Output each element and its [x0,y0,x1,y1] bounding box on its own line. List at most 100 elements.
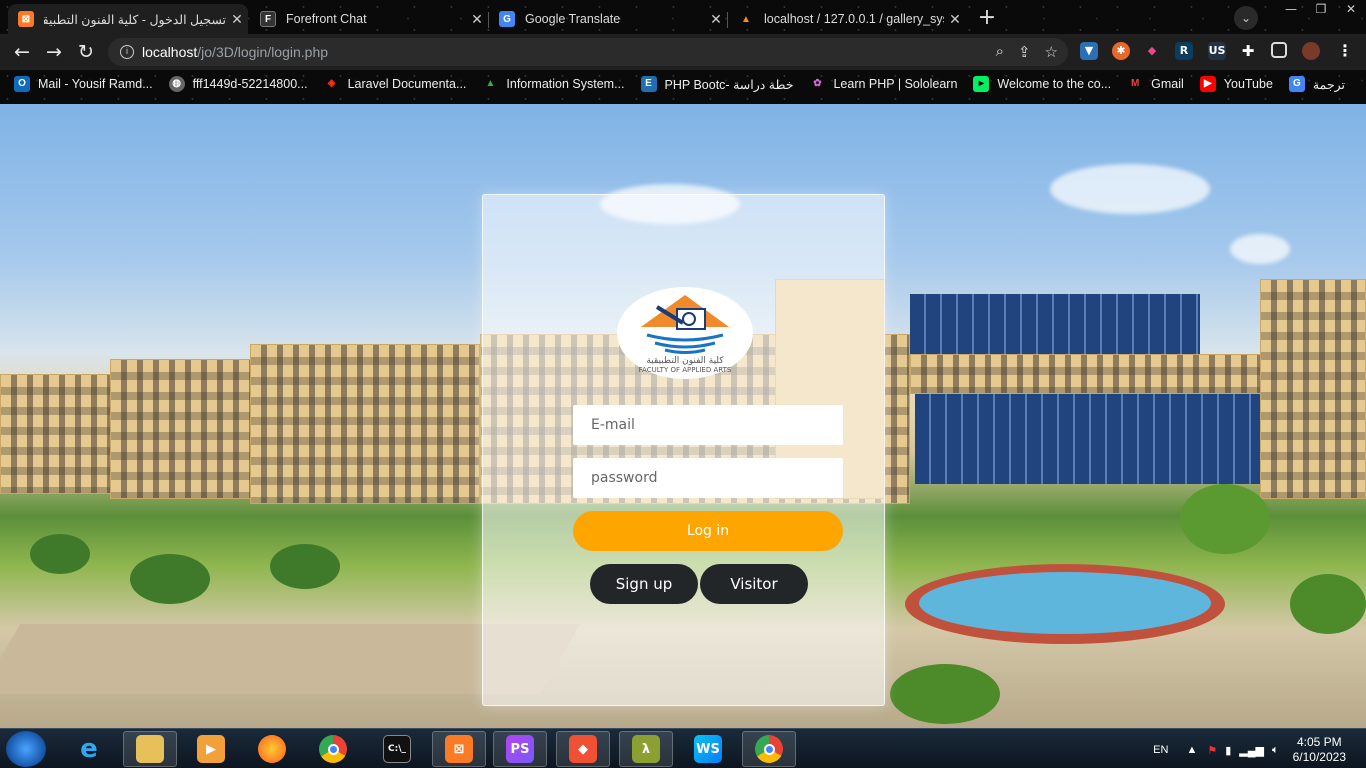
glass-facade [910,294,1200,354]
tab-phpmyadmin[interactable]: ▲ localhost / 127.0.0.1 / gallery_sys ✕ [728,4,966,34]
clock[interactable]: 4:05 PM 6/10/2023 [1293,735,1346,765]
signup-button[interactable]: Sign up [590,564,698,604]
bookmark-php-bootcamp[interactable]: E PHP Bootc- خطة دراسة [640,76,794,92]
bookmark-label: Learn PHP | Sololearn [833,77,958,91]
close-icon[interactable]: ✕ [944,11,966,28]
tab-login[interactable]: ⊠ تسجيل الدخول - كلية الفنون التطبيقية ✕ [8,4,248,34]
bookmark-laravel[interactable]: ◈ Laravel Documenta... [324,76,467,92]
tab-title: localhost / 127.0.0.1 / gallery_sys [764,12,944,26]
bookmark-label: PHP Bootc- خطة دراسة [664,77,794,92]
reload-button[interactable]: ↻ [74,40,98,64]
bookmark-sololearn[interactable]: ✿ Learn PHP | Sololearn [809,76,957,92]
menu-kebab-icon[interactable]: ⋮ [1336,42,1354,60]
email-field[interactable] [573,405,843,445]
page-viewport: كلية الفنون التطبيقية FACULTY OF APPLIED… [0,104,1366,728]
password-field[interactable] [573,458,843,498]
start-button[interactable] [6,731,46,767]
chrome-icon [319,735,347,763]
tree [130,554,210,604]
bookmark-gmail[interactable]: M Gmail [1127,76,1184,92]
close-window-icon[interactable]: ✕ [1336,0,1366,18]
building [110,359,260,499]
side-panel-icon[interactable] [1271,42,1287,58]
extensions-puzzle-icon[interactable]: ✚ [1239,42,1257,60]
login-card: كلية الفنون التطبيقية FACULTY OF APPLIED… [482,194,885,706]
omnibox-actions: ⌕ ⇪ ☆ [996,43,1058,61]
taskbar-git[interactable]: ◆ [556,731,610,767]
taskbar-media-player[interactable]: ▶ [184,731,238,767]
gmail-icon: M [1130,78,1140,89]
back-button[interactable]: ← [10,40,34,64]
taskbar-chrome[interactable] [306,731,360,767]
taskbar-lambda-app[interactable]: λ [619,731,673,767]
profile-avatar[interactable] [1302,42,1320,60]
building [250,344,480,504]
battery-icon[interactable]: ▮ [1225,744,1231,757]
extension-pink-icon[interactable]: ◆ [1143,42,1161,60]
tree [30,534,90,574]
tab-google-translate[interactable]: G Google Translate ✕ [489,4,728,34]
faculty-logo: كلية الفنون التطبيقية FACULTY OF APPLIED… [617,287,753,387]
bookmark-outlook[interactable]: O Mail - Yousif Ramd... [14,76,153,92]
logo-text-arabic: كلية الفنون التطبيقية [646,356,724,366]
zoom-icon[interactable]: ⌕ [996,43,1004,61]
language-indicator[interactable]: EN [1153,744,1168,756]
cloud [1050,164,1210,214]
clock-date: 6/10/2023 [1292,750,1346,764]
taskbar-internet-explorer[interactable]: e [62,731,116,767]
login-button[interactable]: Log in [573,511,843,551]
bookmark-translate[interactable]: G ترجمة [1288,76,1345,92]
browser-chrome: ⊠ تسجيل الدخول - كلية الفنون التطبيقية ✕… [0,0,1366,104]
maximize-icon[interactable]: ❐ [1306,0,1336,18]
address-bar[interactable]: i localhost/jo/3D/login/login.php ⌕ ⇪ ☆ [108,38,1068,66]
tab-title: Google Translate [525,12,621,26]
tree [1290,574,1366,634]
tab-search-button[interactable]: ⌄ [1234,6,1258,30]
clock-time: 4:05 PM [1296,735,1342,749]
tab-forefront[interactable]: F Forefront Chat ✕ [250,4,489,34]
close-icon[interactable]: ✕ [226,11,248,28]
bookmark-youtube[interactable]: ▶ YouTube [1199,76,1273,92]
git-icon: ◆ [569,735,597,763]
vpn-extension-icon[interactable]: ▼ [1080,42,1098,60]
cmd-icon: C:\_ [383,735,411,763]
extension-blue-icon[interactable]: R [1175,42,1193,60]
bookmark-label: Information System... [506,77,625,91]
show-hidden-icons[interactable]: ▲ [1186,744,1197,756]
sololearn-icon: ✿ [813,78,822,89]
new-tab-button[interactable]: + [974,6,1000,32]
datacamp-icon: ▸ [973,76,990,92]
taskbar-file-explorer[interactable] [123,731,177,767]
taskbar-webstorm[interactable]: WS [681,731,735,767]
bookmark-star-icon[interactable]: ☆ [1045,43,1058,61]
minimize-icon[interactable]: — [1276,0,1306,18]
system-tray: EN ▲ ⚑ ▮ ▂▄▆ 🔈︎ 4:05 PM 6/10/2023 [1153,733,1346,767]
taskbar-cmd[interactable]: C:\_ [370,731,424,767]
share-icon[interactable]: ⇪ [1018,43,1031,61]
visitor-button[interactable]: Visitor [700,564,808,604]
info-icon[interactable]: i [120,45,134,59]
extension-us-icon[interactable]: US [1208,42,1226,60]
flag-icon[interactable]: ⚑ [1207,744,1217,757]
taskbar-chrome-active[interactable] [742,731,796,767]
close-icon[interactable]: ✕ [705,11,727,28]
extension-orange-icon[interactable]: ✱ [1112,42,1130,60]
network-signal-icon[interactable]: ▂▄▆ [1239,744,1264,757]
url-host: localhost [142,44,198,60]
taskbar-phpstorm[interactable]: PS [493,731,547,767]
bookmark-datacamp[interactable]: ▸ Welcome to the co... [973,76,1111,92]
taskbar-xampp[interactable]: ⊠ [432,731,486,767]
tab-title: Forefront Chat [286,12,367,26]
windows-taskbar: e ▶ C:\_ ⊠ PS ◆ λ WS EN ▲ ⚑ ▮ ▂▄▆ 🔈︎ 4:0… [0,728,1366,768]
building [1260,279,1366,499]
bookmark-fff[interactable]: ◍ fff1449d-52214800... [168,76,308,92]
forward-button[interactable]: → [42,40,66,64]
volume-icon[interactable]: 🔈︎ [1272,744,1279,757]
outlook-icon: O [14,76,30,92]
firefox-icon [258,735,286,763]
internet-explorer-icon: e [80,734,98,764]
close-icon[interactable]: ✕ [466,11,488,28]
taskbar-firefox[interactable] [245,731,299,767]
bookmark-information-system[interactable]: ▲ Information System... [482,76,624,92]
bookmark-label: Laravel Documenta... [347,77,467,91]
